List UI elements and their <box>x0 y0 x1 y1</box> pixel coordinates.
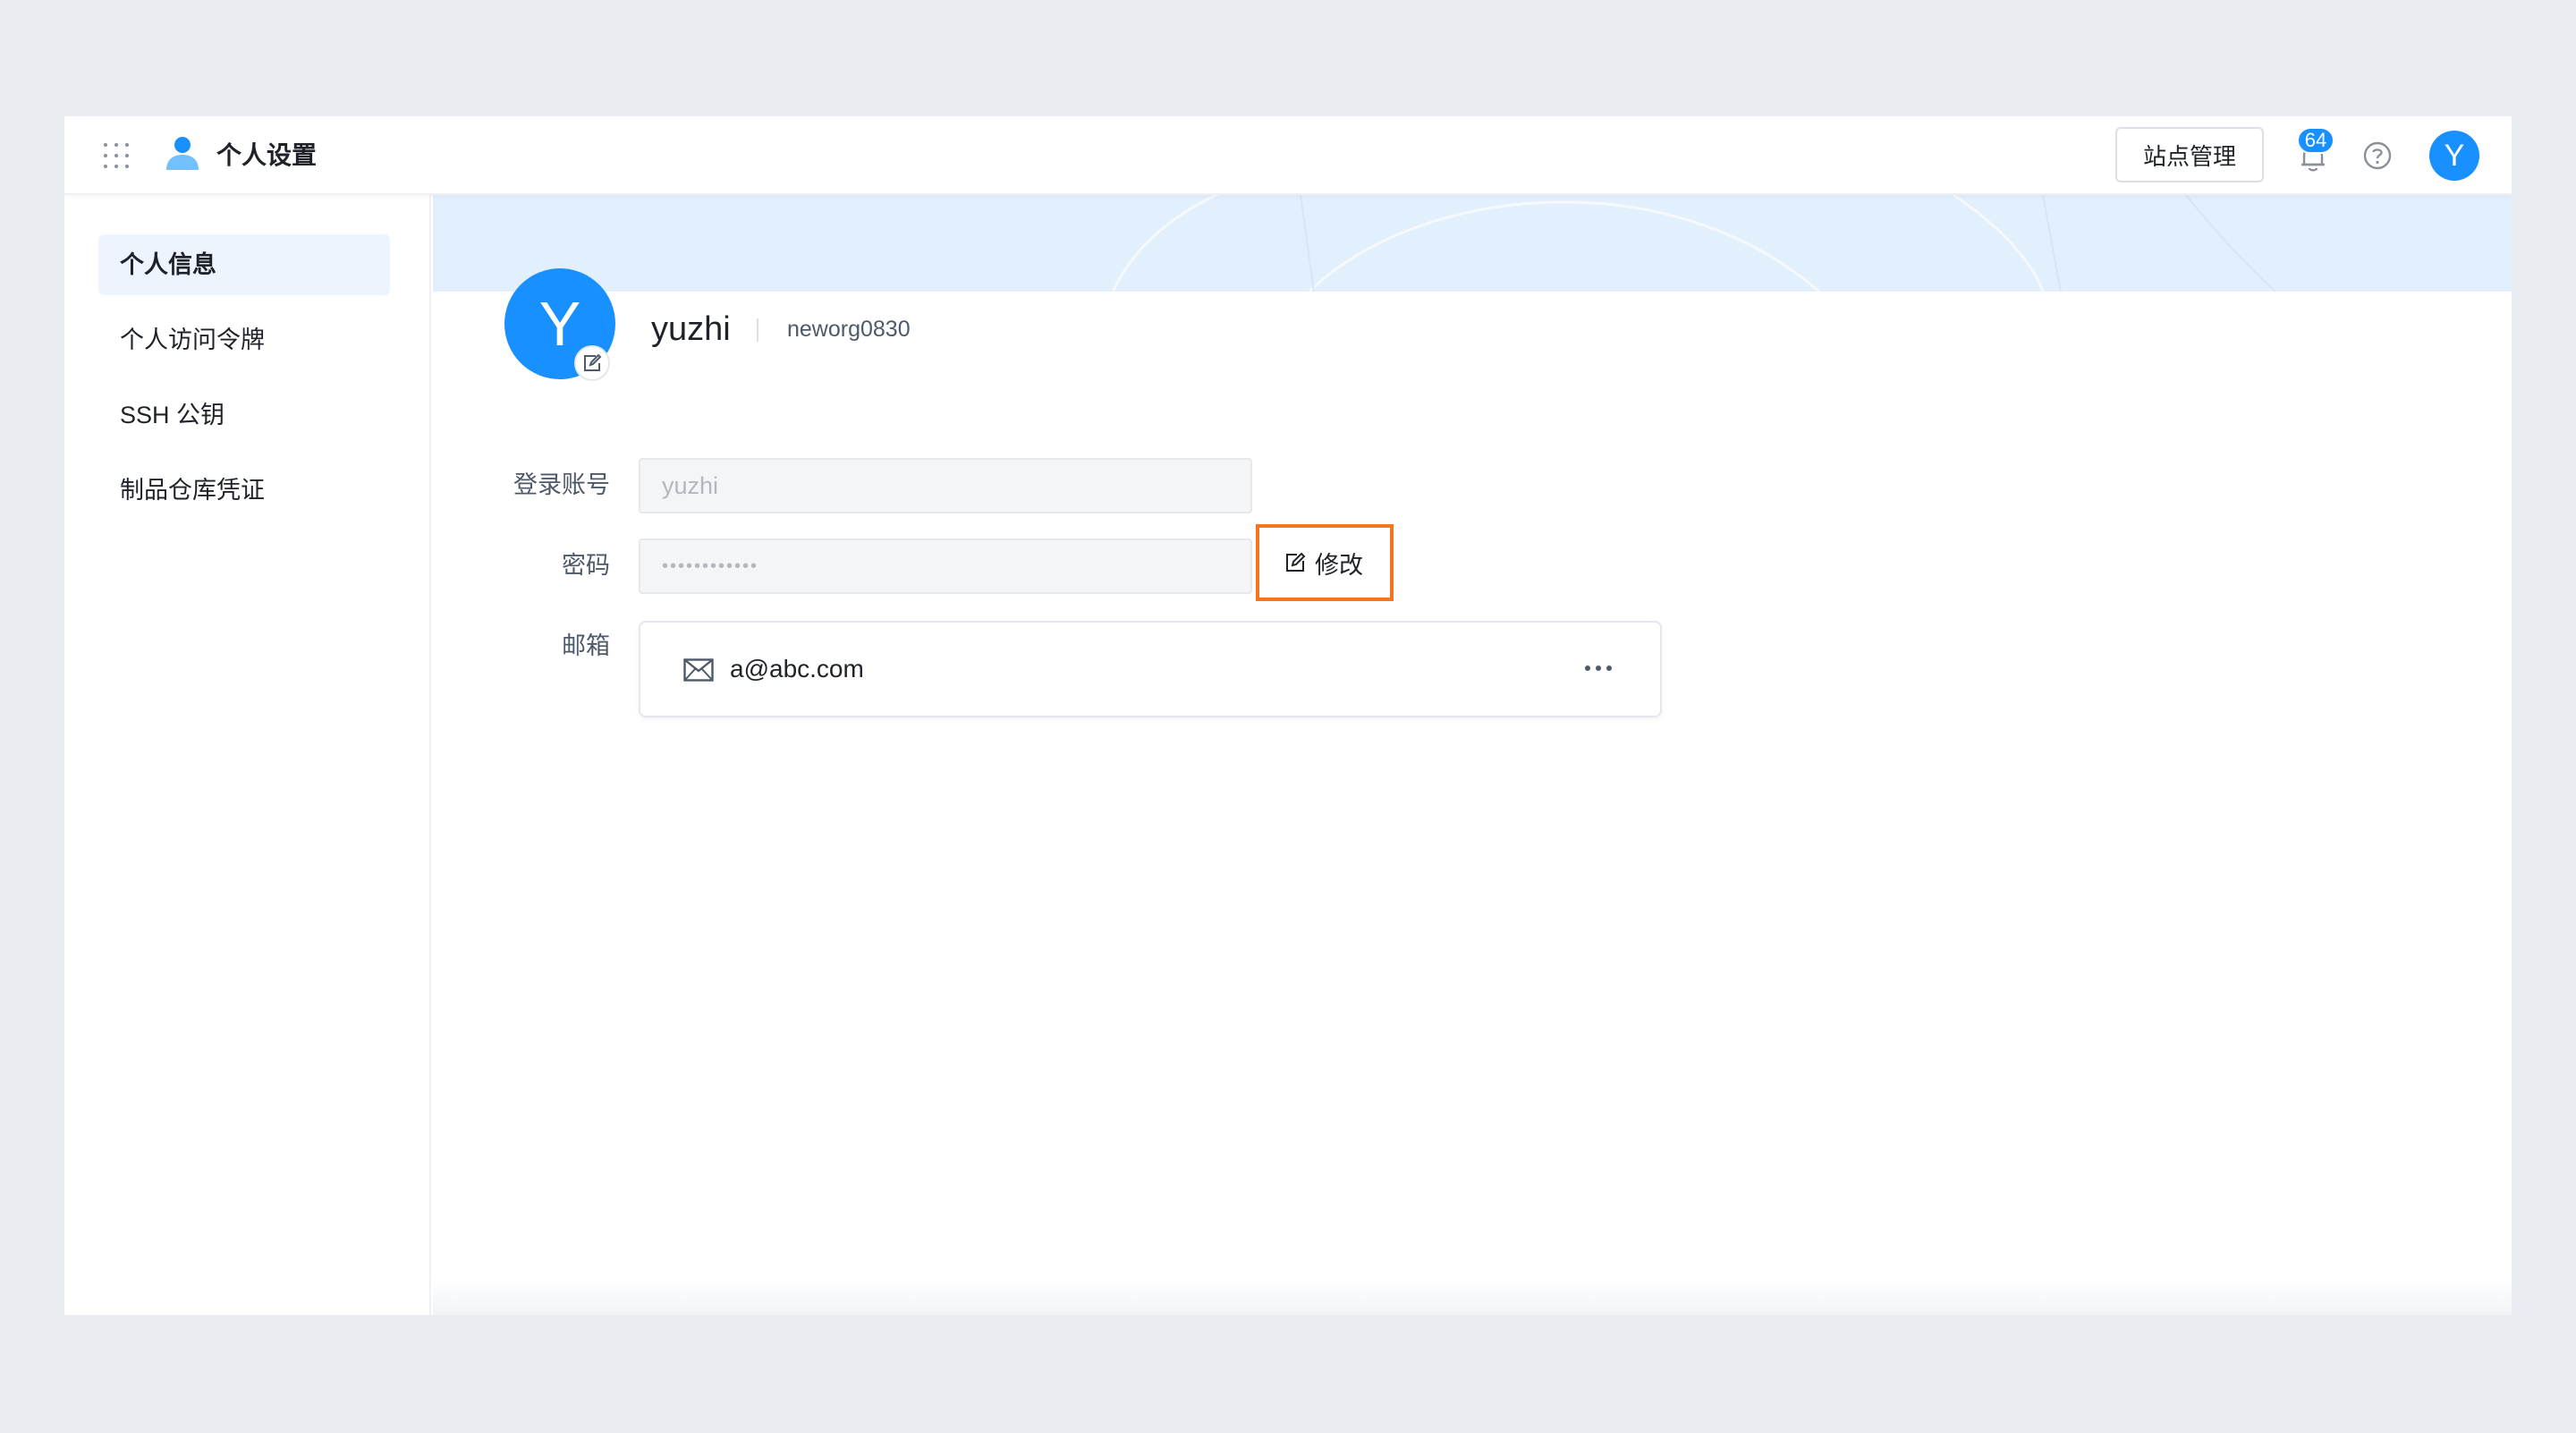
sidebar: 个人信息 个人访问令牌 SSH 公钥 制品仓库凭证 <box>64 195 431 1315</box>
profile-username: yuzhi <box>651 310 731 348</box>
mail-icon <box>683 658 714 682</box>
banner-decoration <box>1111 195 2276 292</box>
profile-org: neworg0830 <box>787 317 911 342</box>
sidebar-item-registry-credential[interactable]: 制品仓库凭证 <box>98 460 390 521</box>
user-icon <box>166 137 199 170</box>
help-icon[interactable] <box>2361 140 2394 172</box>
edit-password-label: 修改 <box>1315 551 1363 579</box>
edit-icon <box>1286 552 1306 572</box>
settings-window: 个人设置 站点管理 64 Y 个人信息 个人访问令牌 SSH 公钥 制品仓库凭证 <box>64 116 2512 1315</box>
more-options-icon[interactable] <box>1585 666 1612 671</box>
login-account-label: 登录账号 <box>513 471 610 498</box>
name-divider <box>757 318 758 342</box>
login-account-input: yuzhi <box>639 458 1252 513</box>
app-title: 个人设置 <box>216 141 318 169</box>
profile-banner <box>433 195 2512 292</box>
user-avatar[interactable]: Y <box>2429 131 2479 181</box>
edit-password-button[interactable]: 修改 <box>1256 524 1394 601</box>
top-bar: 个人设置 站点管理 64 Y <box>64 116 2512 195</box>
bottom-shade <box>433 1279 2512 1315</box>
email-label: 邮箱 <box>562 632 610 659</box>
password-input: •••••••••••• <box>639 538 1252 594</box>
apps-grid-icon[interactable] <box>104 143 129 168</box>
sidebar-item-profile[interactable]: 个人信息 <box>98 234 390 295</box>
site-manage-button[interactable]: 站点管理 <box>2115 127 2264 182</box>
email-address: a@abc.com <box>730 655 864 683</box>
notification-badge: 64 <box>2297 127 2334 154</box>
email-card: a@abc.com <box>639 621 1662 717</box>
avatar-edit-icon[interactable] <box>574 345 610 381</box>
sidebar-item-access-token[interactable]: 个人访问令牌 <box>98 309 390 370</box>
password-label: 密码 <box>562 552 610 579</box>
sidebar-item-ssh-key[interactable]: SSH 公钥 <box>98 385 390 445</box>
